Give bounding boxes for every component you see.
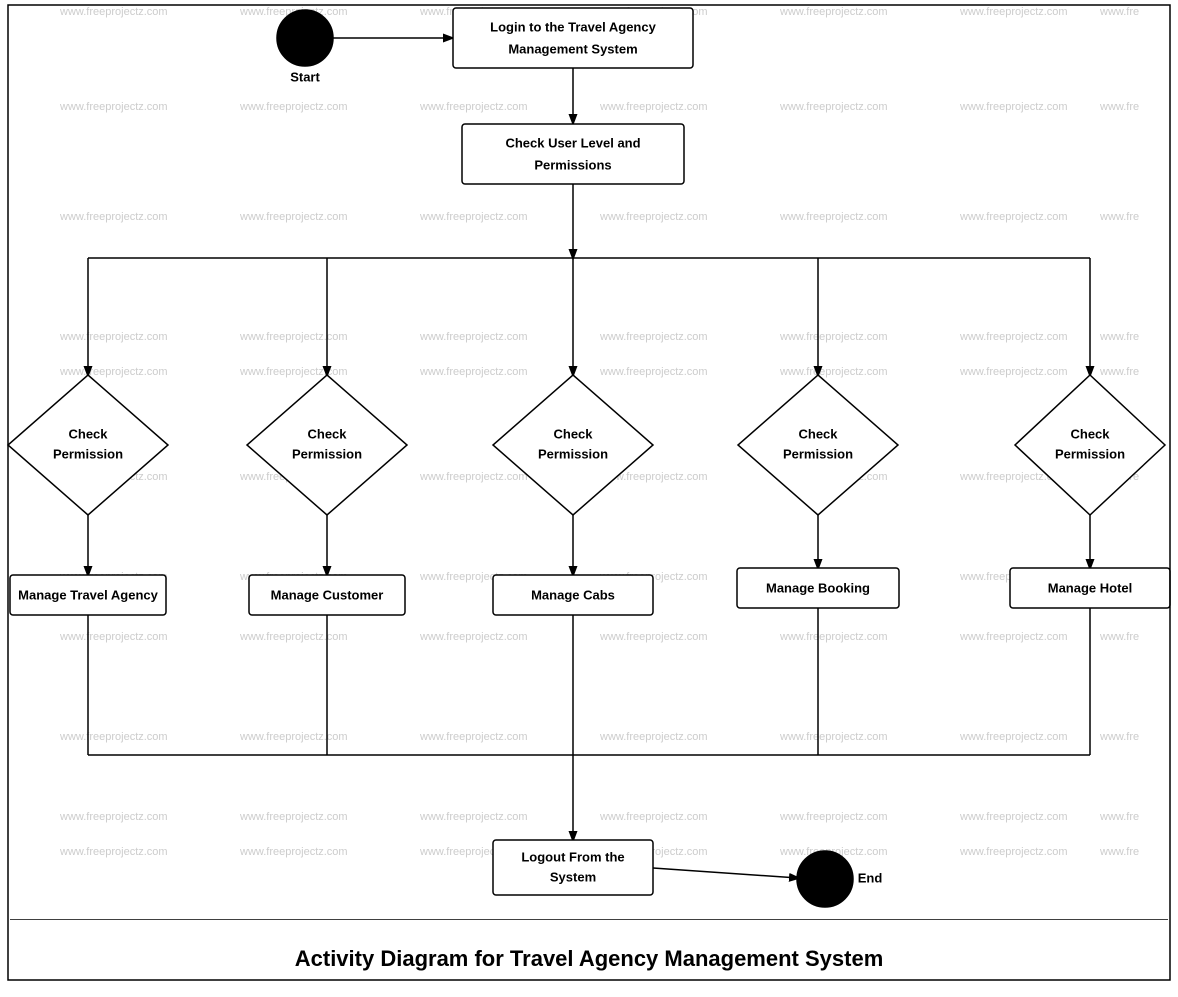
svg-text:www.freeprojectz.com: www.freeprojectz.com <box>419 471 528 483</box>
svg-text:www.freeprojectz.com: www.freeprojectz.com <box>599 211 708 223</box>
svg-text:www.freeprojectz.com: www.freeprojectz.com <box>419 331 528 343</box>
svg-text:www.freeprojectz.com: www.freeprojectz.com <box>239 101 348 113</box>
check-permission-diamond-4 <box>738 375 898 515</box>
svg-text:www.freeprojectz.com: www.freeprojectz.com <box>779 811 888 823</box>
manage-cabs-text: Manage Cabs <box>531 587 615 602</box>
svg-text:www.freeprojectz.com: www.freeprojectz.com <box>239 846 348 858</box>
svg-text:www.fre: www.fre <box>1099 846 1139 858</box>
svg-text:www.freeprojectz.com: www.freeprojectz.com <box>779 731 888 743</box>
svg-text:www.freeprojectz.com: www.freeprojectz.com <box>599 101 708 113</box>
svg-text:www.fre: www.fre <box>1099 731 1139 743</box>
svg-text:www.fre: www.fre <box>1099 631 1139 643</box>
end-node <box>797 851 853 907</box>
check-perm-2-text2: Permission <box>292 446 362 461</box>
svg-text:www.fre: www.fre <box>1099 331 1139 343</box>
svg-text:www.freeprojectz.com: www.freeprojectz.com <box>419 211 528 223</box>
svg-text:www.freeprojectz.com: www.freeprojectz.com <box>59 846 168 858</box>
svg-text:www.fre: www.fre <box>1099 101 1139 113</box>
svg-text:www.freeprojectz.com: www.freeprojectz.com <box>779 366 888 378</box>
svg-text:www.freeprojectz.com: www.freeprojectz.com <box>959 101 1068 113</box>
svg-text:www.freeprojectz.com: www.freeprojectz.com <box>239 211 348 223</box>
start-label: Start <box>290 69 320 84</box>
end-label: End <box>858 870 883 885</box>
check-permission-diamond-3 <box>493 375 653 515</box>
svg-text:www.freeprojectz.com: www.freeprojectz.com <box>959 6 1068 18</box>
svg-text:www.freeprojectz.com: www.freeprojectz.com <box>59 331 168 343</box>
logout-text: Logout From the <box>521 849 624 864</box>
svg-text:www.freeprojectz.com: www.freeprojectz.com <box>599 331 708 343</box>
check-user-level-text: Check User Level and <box>505 135 640 150</box>
svg-text:www.freeprojectz.com: www.freeprojectz.com <box>59 731 168 743</box>
manage-booking-text: Manage Booking <box>766 580 870 595</box>
check-perm-3-text: Check <box>553 426 593 441</box>
svg-text:www.freeprojectz.com: www.freeprojectz.com <box>59 366 168 378</box>
svg-text:www.fre: www.fre <box>1099 366 1139 378</box>
manage-customer-text: Manage Customer <box>271 587 384 602</box>
check-permission-diamond-5 <box>1015 375 1165 515</box>
svg-text:www.freeprojectz.com: www.freeprojectz.com <box>779 331 888 343</box>
svg-text:www.freeprojectz.com: www.freeprojectz.com <box>419 731 528 743</box>
svg-text:www.freeprojectz.com: www.freeprojectz.com <box>779 211 888 223</box>
check-perm-4-text: Check <box>798 426 838 441</box>
svg-text:www.freeprojectz.com: www.freeprojectz.com <box>959 366 1068 378</box>
svg-text:www.freeprojectz.com: www.freeprojectz.com <box>59 6 168 18</box>
check-user-level-text2: Permissions <box>534 157 611 172</box>
check-permission-diamond-2 <box>247 375 407 515</box>
svg-text:www.freeprojectz.com: www.freeprojectz.com <box>959 846 1068 858</box>
svg-text:www.freeprojectz.com: www.freeprojectz.com <box>419 811 528 823</box>
svg-text:www.fre: www.fre <box>1099 211 1139 223</box>
svg-text:www.freeprojectz.com: www.freeprojectz.com <box>959 211 1068 223</box>
svg-text:www.freeprojectz.com: www.freeprojectz.com <box>59 631 168 643</box>
svg-text:www.freeprojectz.com: www.freeprojectz.com <box>779 6 888 18</box>
check-perm-1-text2: Permission <box>53 446 123 461</box>
svg-text:www.freeprojectz.com: www.freeprojectz.com <box>959 811 1068 823</box>
svg-text:www.freeprojectz.com: www.freeprojectz.com <box>239 331 348 343</box>
check-perm-5-text2: Permission <box>1055 446 1125 461</box>
logout-box <box>493 840 653 895</box>
svg-text:www.freeprojectz.com: www.freeprojectz.com <box>599 811 708 823</box>
svg-text:www.freeprojectz.com: www.freeprojectz.com <box>959 731 1068 743</box>
manage-hotel-text: Manage Hotel <box>1048 580 1133 595</box>
check-perm-2-text: Check <box>307 426 347 441</box>
svg-text:www.freeprojectz.com: www.freeprojectz.com <box>419 101 528 113</box>
svg-text:www.freeprojectz.com: www.freeprojectz.com <box>599 631 708 643</box>
check-perm-1-text: Check <box>68 426 108 441</box>
svg-text:www.freeprojectz.com: www.freeprojectz.com <box>959 631 1068 643</box>
check-perm-4-text2: Permission <box>783 446 853 461</box>
check-perm-5-text: Check <box>1070 426 1110 441</box>
svg-text:www.fre: www.fre <box>1099 811 1139 823</box>
svg-text:www.freeprojectz.com: www.freeprojectz.com <box>599 366 708 378</box>
svg-text:www.freeprojectz.com: www.freeprojectz.com <box>959 331 1068 343</box>
check-perm-3-text2: Permission <box>538 446 608 461</box>
svg-text:www.freeprojectz.com: www.freeprojectz.com <box>239 811 348 823</box>
svg-text:www.freeprojectz.com: www.freeprojectz.com <box>59 811 168 823</box>
check-user-level-box <box>462 124 684 184</box>
svg-text:www.freeprojectz.com: www.freeprojectz.com <box>779 101 888 113</box>
svg-text:www.freeprojectz.com: www.freeprojectz.com <box>419 631 528 643</box>
diagram-container: www.freeprojectz.com www.freeprojectz.co… <box>0 0 1178 992</box>
svg-text:www.freeprojectz.com: www.freeprojectz.com <box>419 366 528 378</box>
start-node <box>277 10 333 66</box>
svg-text:www.freeprojectz.com: www.freeprojectz.com <box>239 731 348 743</box>
svg-text:www.freeprojectz.com: www.freeprojectz.com <box>59 101 168 113</box>
manage-travel-text: Manage Travel Agency <box>18 587 158 602</box>
svg-text:www.freeprojectz.com: www.freeprojectz.com <box>239 366 348 378</box>
logout-text2: System <box>550 869 596 884</box>
check-permission-diamond-1 <box>8 375 168 515</box>
svg-text:www.freeprojectz.com: www.freeprojectz.com <box>59 211 168 223</box>
login-text2: Management System <box>508 41 637 56</box>
svg-text:www.fre: www.fre <box>1099 6 1139 18</box>
svg-text:www.freeprojectz.com: www.freeprojectz.com <box>779 631 888 643</box>
login-text: Login to the Travel Agency <box>490 19 656 34</box>
login-box <box>453 8 693 68</box>
svg-text:www.freeprojectz.com: www.freeprojectz.com <box>239 631 348 643</box>
diagram-title: Activity Diagram for Travel Agency Manag… <box>295 946 884 971</box>
svg-text:www.freeprojectz.com: www.freeprojectz.com <box>599 731 708 743</box>
